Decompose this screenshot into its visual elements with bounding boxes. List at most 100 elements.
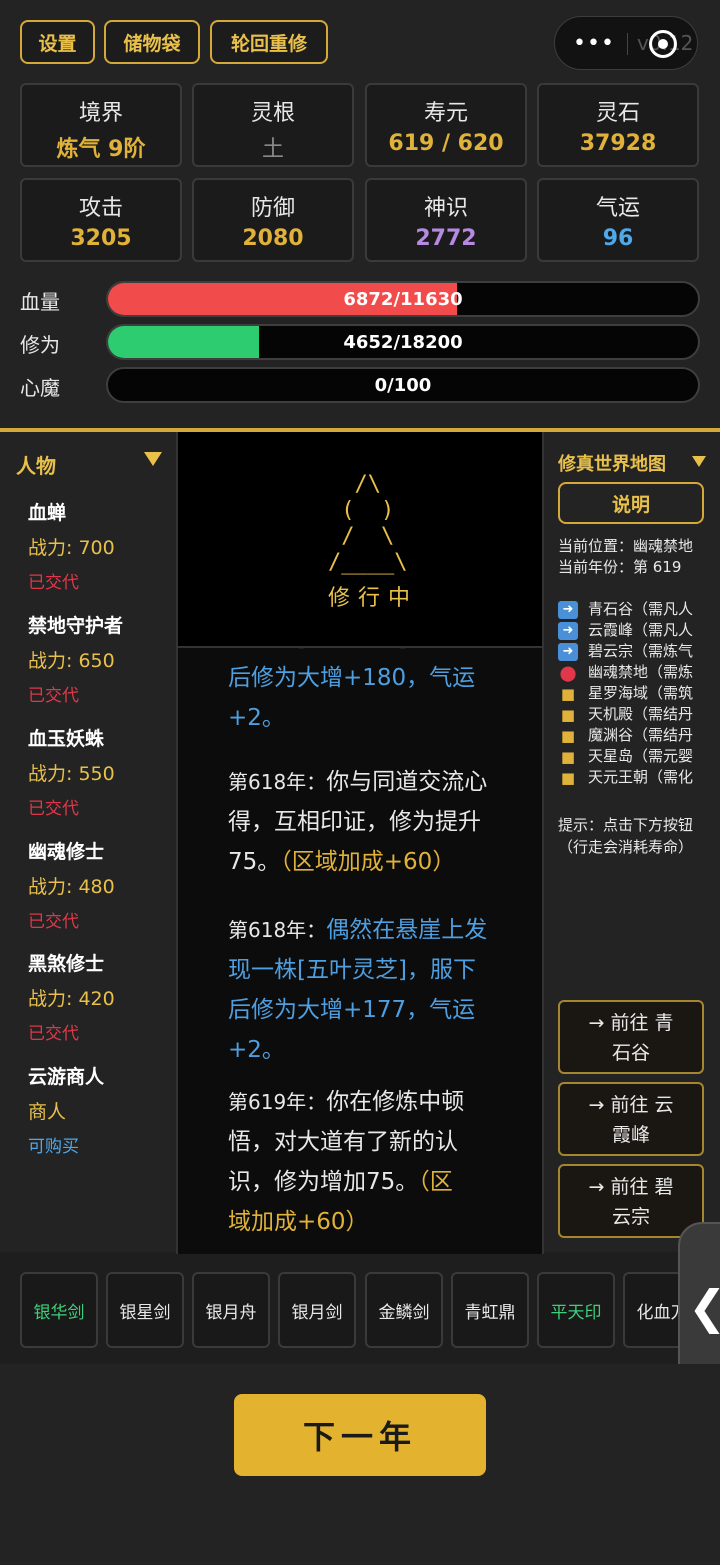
map-location[interactable]: ➜ 碧云宗（需炼气 (558, 640, 718, 661)
stat-realm: 境界 炼气 9阶 (20, 83, 182, 167)
item-bar[interactable]: 银华剑 银星剑 银月舟 银月剑 金鳞剑 青虹鼎 平天印 化血刀 (0, 1254, 720, 1364)
current-year: 当前年份：第 619 (558, 558, 682, 576)
stat-defense: 防御 2080 (192, 178, 354, 262)
log-text: 得，互相印证，修为提升 (228, 809, 481, 835)
log-entry: 第619年：你在修炼中顿 悟，对大道有了新的认 识，修为增加75。（区 域加成+… (228, 1082, 518, 1242)
log-entry: 第618年：偶然在悬崖上发 现一株[五叶灵芝]，服下 后修为大增+177，气运 … (228, 910, 518, 1070)
character-entry[interactable]: 禁地守护者 战力: 650 已交代 (28, 611, 168, 706)
character-status: 已交代 (28, 912, 79, 932)
map-location: ■ 天元王朝（需化 (558, 766, 718, 787)
stat-label: 攻击 (78, 196, 123, 221)
stat-label: 寿元 (423, 101, 468, 126)
log-bonus: 域加成+60） (228, 1209, 369, 1235)
stat-attack: 攻击 3205 (20, 178, 182, 262)
character-name: 禁地守护者 (28, 615, 124, 637)
map-location[interactable]: ➜ 云霞峰（需凡人 (558, 619, 718, 640)
map-location: ■ 星罗海域（需筑 (558, 682, 718, 703)
mini-program-capsule: ••• v0.12 (554, 16, 698, 70)
item-slot[interactable]: 金鳞剑 (365, 1272, 443, 1348)
log-bonus: （区域加成+60） (280, 849, 456, 875)
stat-value: 96 (602, 226, 634, 251)
location-name: 天星岛（需元婴 (588, 747, 694, 765)
log-text: 偶然在悬崖上发 (326, 917, 488, 943)
character-status: 已交代 (28, 686, 79, 706)
character-entry[interactable]: 云游商人 商人 可购买 (28, 1062, 168, 1157)
next-year-button[interactable]: 下一年 (234, 1394, 486, 1476)
character-entry[interactable]: 幽魂修士 战力: 480 已交代 (28, 837, 168, 932)
location-name: 碧云宗（需炼气 (588, 642, 694, 660)
log-year: 第618年： (228, 918, 327, 942)
go-button-line: → 前往 碧 (588, 1176, 674, 1198)
character-entry[interactable]: 血玉妖蛛 战力: 550 已交代 (28, 724, 168, 819)
storage-bag-button[interactable]: 储物袋 (104, 20, 200, 64)
lock-icon: ■ (560, 726, 576, 745)
location-name: 星罗海域（需筑 (588, 684, 694, 702)
log-entry: 第618年：你与同道交流心 得，互相印证，修为提升 75。（区域加成+60） (228, 762, 518, 882)
log-text: +2。 (228, 1037, 285, 1063)
log-text: 后修为大增+177，气运 (228, 997, 476, 1023)
map-location: ■ 天机殿（需结丹 (558, 703, 718, 724)
item-slot[interactable]: 银月剑 (278, 1272, 356, 1348)
item-slot[interactable]: 银月舟 (192, 1272, 270, 1348)
character-entry[interactable]: 黑煞修士 战力: 420 已交代 (28, 949, 168, 1044)
item-slot[interactable]: 银华剑 (20, 1272, 98, 1348)
explain-button[interactable]: 说明 (558, 482, 704, 524)
stat-value: 炼气 9阶 (56, 137, 146, 162)
character-role: 商人 (28, 1101, 67, 1123)
log-bonus: （区 (418, 1169, 453, 1195)
character-status: 已交代 (28, 1024, 79, 1044)
go-to-yunxia-button[interactable]: → 前往 云 霞峰 (558, 1082, 704, 1156)
item-slot[interactable]: 青虹鼎 (451, 1272, 529, 1348)
capsule-divider (627, 33, 628, 55)
location-name: 天机殿（需结丹 (588, 705, 694, 723)
collapse-arrow-icon[interactable] (692, 456, 706, 467)
tip-line: 提示：点击下方按钮 (558, 816, 694, 834)
hp-bar-text: 6872/11630 (343, 288, 463, 310)
event-log-scroll[interactable]: 现一株[五叶灵芝]，服下 后修为大增+180，气运 +2。 第618年：你与同道… (178, 646, 542, 1254)
reincarnate-button[interactable]: 轮回重修 (210, 20, 328, 64)
map-location: ⬤ 幽魂禁地（需炼 (558, 661, 718, 682)
log-text: 现一株[五叶灵芝]，服下 (228, 957, 476, 983)
go-to-biyun-button[interactable]: → 前往 碧 云宗 (558, 1164, 704, 1238)
map-location[interactable]: ➜ 青石谷（需凡人 (558, 598, 718, 619)
character-name: 幽魂修士 (28, 841, 105, 863)
item-slot[interactable]: 平天印 (537, 1272, 615, 1348)
travel-arrow-icon: ➜ (558, 621, 578, 640)
character-power: 战力: 650 (28, 650, 115, 672)
log-text: 悟，对大道有了新的认 (228, 1129, 458, 1155)
location-name: 幽魂禁地（需炼 (588, 663, 694, 681)
map-location: ■ 魔渊谷（需结丹 (558, 724, 718, 745)
tip-line: （行走会消耗寿命） (558, 838, 694, 856)
go-button-line: 云宗 (611, 1206, 650, 1228)
item-slot[interactable]: 银星剑 (106, 1272, 184, 1348)
character-name: 血玉妖蛛 (28, 728, 105, 750)
log-text: +2。 (228, 705, 285, 731)
character-entry[interactable]: 血蝉 战力: 700 已交代 (28, 498, 168, 593)
stat-lifespan: 寿元 619 / 620 (365, 83, 527, 167)
go-to-qingshi-button[interactable]: → 前往 青 石谷 (558, 1000, 704, 1074)
more-menu-icon[interactable]: ••• (573, 31, 615, 56)
log-text: 你与同道交流心 (326, 769, 488, 795)
log-text: 识，修为增加75。 (228, 1169, 419, 1195)
log-year: 第619年： (228, 1090, 327, 1114)
stat-label: 防御 (250, 196, 295, 221)
location-name: 云霞峰（需凡人 (588, 621, 694, 639)
stat-label: 神识 (423, 196, 468, 221)
log-text: 你在修炼中顿 (326, 1089, 465, 1115)
current-location: 当前位置：幽魂禁地 (558, 537, 694, 555)
character-name: 血蝉 (28, 502, 67, 524)
stat-value: 3205 (70, 226, 132, 251)
world-map-panel: 修真世界地图 说明 当前位置：幽魂禁地 当前年份：第 619 ➜ 青石谷（需凡人 … (544, 432, 720, 1252)
cultivation-label: 修为 (20, 333, 60, 357)
chevron-left-icon: ❮ (688, 1280, 720, 1334)
close-miniprogram-icon[interactable] (649, 30, 677, 58)
stat-label: 灵石 (595, 101, 640, 126)
hp-bar: 6872/11630 (106, 281, 700, 317)
lock-icon: ■ (560, 747, 576, 766)
settings-button[interactable]: 设置 (20, 20, 95, 64)
collapse-arrow-icon[interactable] (144, 452, 162, 466)
ascii-art: /\ ( ) / \ /____\ (328, 472, 408, 575)
stat-label: 灵根 (250, 101, 295, 126)
location-name: 青石谷（需凡人 (588, 600, 694, 618)
map-location: ■ 天星岛（需元婴 (558, 745, 718, 766)
